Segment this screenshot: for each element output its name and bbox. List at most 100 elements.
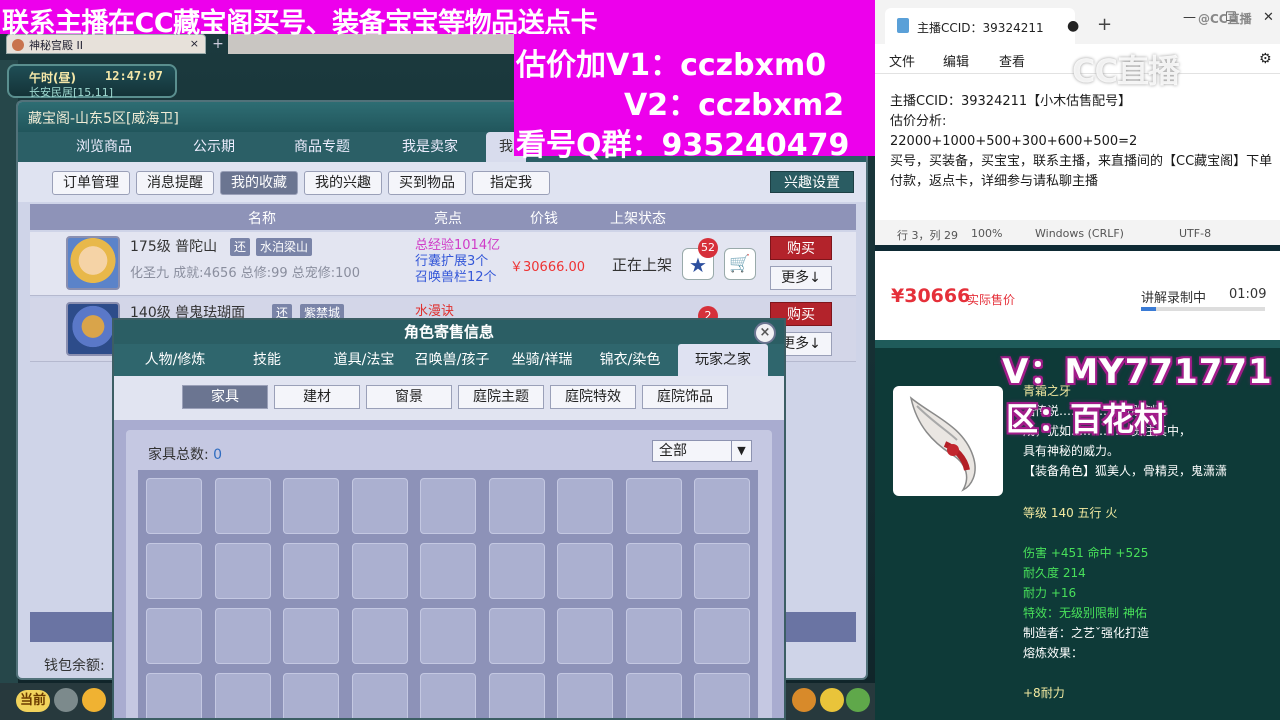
tab-player-home[interactable]: 玩家之家 bbox=[678, 344, 768, 376]
chip-yard-theme[interactable]: 庭院主题 bbox=[458, 385, 544, 409]
furniture-slot[interactable] bbox=[214, 543, 271, 599]
tab-skills[interactable]: 技能 bbox=[232, 344, 302, 376]
listing-status: 正在上架 bbox=[612, 256, 673, 274]
furniture-slot[interactable] bbox=[283, 608, 339, 664]
emoji-icon[interactable] bbox=[820, 688, 844, 712]
menu-file[interactable]: 文件 bbox=[889, 51, 915, 70]
chip-yard-effects[interactable]: 庭院特效 bbox=[550, 385, 636, 409]
furniture-slot[interactable] bbox=[146, 478, 202, 534]
notepad-window: 主播CCID：39324211 ● + — ☐ ✕ 文件 编辑 查看 ⚙ 主播C… bbox=[875, 0, 1280, 245]
menu-view[interactable]: 查看 bbox=[999, 51, 1025, 70]
furniture-slot[interactable] bbox=[283, 478, 339, 534]
cart-icon[interactable]: 🛒 bbox=[724, 248, 756, 280]
chip-materials[interactable]: 建材 bbox=[274, 385, 360, 409]
furniture-slot[interactable] bbox=[420, 673, 476, 718]
server-overlay: 区：百花村 bbox=[1006, 400, 1167, 438]
interest-settings-button[interactable]: 兴趣设置 bbox=[770, 171, 854, 193]
notepad-tab[interactable]: 主播CCID：39324211 ● bbox=[885, 8, 1079, 44]
furniture-slot[interactable] bbox=[146, 543, 202, 599]
more-button[interactable]: 更多↓ bbox=[770, 266, 832, 290]
furniture-slot[interactable] bbox=[351, 543, 408, 599]
furniture-slot[interactable] bbox=[351, 673, 408, 718]
chip-furniture[interactable]: 家具 bbox=[182, 385, 268, 409]
tab-items[interactable]: 道具/法宝 bbox=[318, 344, 410, 376]
menu-edit[interactable]: 编辑 bbox=[943, 51, 969, 70]
minimize-icon[interactable]: — bbox=[1183, 10, 1196, 25]
buy-button[interactable]: 购买 bbox=[770, 236, 832, 260]
highlight-item: 总经验1014亿 bbox=[415, 238, 501, 253]
cc-live-watermark: @CC直播 bbox=[1198, 12, 1252, 26]
table-row[interactable]: 175级 普陀山 还 水泊梁山 化圣九 成就:4656 总修:99 总宠修:10… bbox=[30, 232, 856, 296]
highlight-item: 召唤兽栏12个 bbox=[415, 270, 497, 285]
furniture-slot[interactable] bbox=[146, 673, 202, 718]
furniture-slot[interactable] bbox=[557, 478, 613, 534]
furniture-slot[interactable] bbox=[214, 673, 271, 718]
close-icon[interactable]: ✕ bbox=[1263, 10, 1274, 25]
furniture-slot[interactable] bbox=[694, 543, 750, 599]
system-icon[interactable] bbox=[846, 688, 870, 712]
promo-banner: 联系主播在CC藏宝阁买号、装备宝宝等物品送点卡 bbox=[0, 0, 875, 39]
subtab-messages[interactable]: 消息提醒 bbox=[136, 171, 214, 195]
furniture-slot[interactable] bbox=[420, 543, 476, 599]
furniture-slot[interactable] bbox=[214, 608, 271, 664]
notepad-icon bbox=[897, 18, 909, 33]
furniture-slot[interactable] bbox=[625, 543, 682, 599]
furniture-slot[interactable] bbox=[557, 673, 613, 718]
furniture-slot[interactable] bbox=[488, 478, 545, 534]
tab-seller[interactable]: 我是卖家 bbox=[376, 132, 484, 162]
tab-character[interactable]: 人物/修炼 bbox=[134, 344, 216, 376]
furniture-slot[interactable] bbox=[557, 543, 613, 599]
emoji-icon[interactable] bbox=[82, 688, 106, 712]
gear-icon[interactable]: ⚙ bbox=[1259, 51, 1272, 67]
chip-window-view[interactable]: 窗景 bbox=[366, 385, 452, 409]
furniture-total-label: 家具总数: bbox=[148, 447, 209, 463]
chevron-down-icon[interactable]: ▼ bbox=[731, 441, 751, 461]
furniture-slot[interactable] bbox=[420, 608, 476, 664]
furniture-slot[interactable] bbox=[625, 608, 682, 664]
subtab-bought[interactable]: 买到物品 bbox=[388, 171, 466, 195]
furniture-slot[interactable] bbox=[283, 673, 339, 718]
furniture-slot[interactable] bbox=[488, 543, 545, 599]
furniture-slot[interactable] bbox=[625, 478, 682, 534]
promo-v1: 估价加V1：cczbxm0 bbox=[516, 48, 827, 83]
subtab-assigned[interactable]: 指定我 bbox=[472, 171, 550, 195]
tab-mounts[interactable]: 坐骑/祥瑞 bbox=[502, 344, 582, 376]
furniture-slot[interactable] bbox=[283, 543, 339, 599]
tab-browse[interactable]: 浏览商品 bbox=[50, 132, 158, 162]
avatar[interactable] bbox=[66, 236, 120, 290]
subtab-interests[interactable]: 我的兴趣 bbox=[304, 171, 382, 195]
microphone-icon[interactable] bbox=[54, 688, 78, 712]
favicon-icon bbox=[12, 39, 24, 51]
tab-public[interactable]: 公示期 bbox=[160, 132, 268, 162]
tab-topics[interactable]: 商品专题 bbox=[268, 132, 376, 162]
furniture-slot[interactable] bbox=[351, 608, 408, 664]
furniture-filter-select[interactable]: 全部 ▼ bbox=[652, 440, 752, 462]
subtab-orders[interactable]: 订单管理 bbox=[52, 171, 130, 195]
role-name[interactable]: 175级 普陀山 bbox=[130, 236, 217, 256]
furniture-slot[interactable] bbox=[625, 673, 682, 718]
furniture-slot[interactable] bbox=[557, 608, 613, 664]
furniture-slot[interactable] bbox=[488, 673, 545, 718]
furniture-slot[interactable] bbox=[694, 478, 750, 534]
chip-yard-decor[interactable]: 庭院饰品 bbox=[642, 385, 728, 409]
dialog-close-button[interactable]: × bbox=[754, 322, 776, 344]
new-tab-icon[interactable]: + bbox=[1097, 14, 1112, 35]
furniture-slot[interactable] bbox=[146, 608, 202, 664]
tab-outfits[interactable]: 锦衣/染色 bbox=[590, 344, 670, 376]
tab-pets[interactable]: 召唤兽/孩子 bbox=[406, 344, 498, 376]
furniture-panel: 家具总数: 0 全部 ▼ bbox=[126, 430, 772, 718]
furniture-slot[interactable] bbox=[214, 478, 271, 534]
subtab-favorites[interactable]: 我的收藏 bbox=[220, 171, 298, 195]
channel-now-button[interactable]: 当前 bbox=[16, 690, 50, 712]
furniture-slot[interactable] bbox=[694, 673, 750, 718]
furniture-slot[interactable] bbox=[488, 608, 545, 664]
price-value: ￥30666.00 bbox=[510, 260, 586, 275]
furniture-slot[interactable] bbox=[351, 478, 408, 534]
col-highlights: 亮点 bbox=[434, 211, 462, 227]
browser-tab-label: 神秘宫殿 II bbox=[29, 39, 83, 52]
furniture-slot[interactable] bbox=[694, 608, 750, 664]
furniture-slot[interactable] bbox=[420, 478, 476, 534]
team-icon[interactable] bbox=[792, 688, 816, 712]
actual-price-note: 实际售价 bbox=[967, 293, 1016, 307]
notepad-text-area[interactable]: 主播CCID：39324211【小木估售配号】 估价分析: 22000+1000… bbox=[875, 74, 1280, 220]
